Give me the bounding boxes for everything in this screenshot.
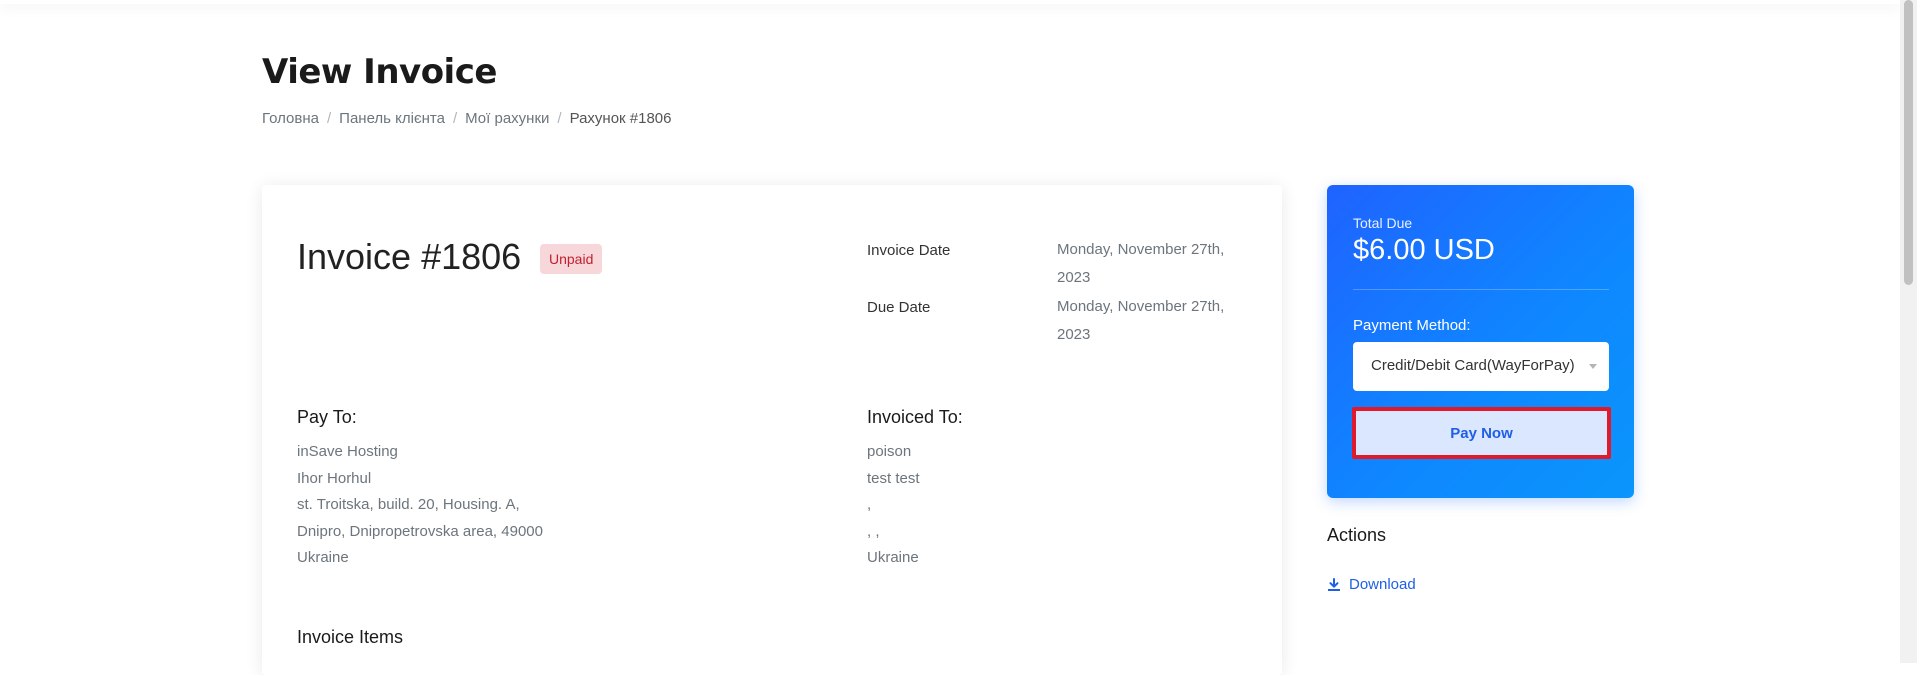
due-date-label: Due Date [867, 299, 931, 316]
address-line: test test [867, 469, 920, 487]
payment-method-label: Payment Method: [1353, 317, 1471, 334]
invoice-date-label: Invoice Date [867, 242, 951, 259]
address-line: inSave Hosting [297, 443, 398, 460]
payment-method-value: Credit/Debit Card(WayForPay) [1371, 357, 1575, 374]
payment-method-select[interactable]: Credit/Debit Card(WayForPay) [1353, 342, 1609, 391]
page-title: View Invoice [262, 52, 497, 92]
address-line: Dnipro, Dnipropetrovska area, 49000 [297, 522, 543, 540]
total-due-amount: $6.00 USD [1353, 234, 1495, 266]
address-line: , , [867, 522, 880, 540]
scrollbar[interactable] [1900, 0, 1917, 663]
actions-title: Actions [1327, 525, 1387, 545]
breadcrumb-my-invoices[interactable]: Мої рахунки [465, 110, 549, 127]
pay-to-title: Pay To: [297, 407, 357, 427]
address-line: st. Troitska, build. 20, Housing. A, [297, 496, 520, 513]
address-line: Ihor Horhul [297, 469, 372, 487]
download-icon [1328, 577, 1340, 591]
invoiced-to-address: poison test test , , , Ukraine [867, 439, 920, 572]
due-date-value: Monday, November 27th, 2023 [1057, 298, 1225, 343]
scrollbar-thumb[interactable] [1904, 0, 1913, 285]
caret-down-icon [1589, 364, 1597, 369]
divider [1353, 289, 1609, 290]
breadcrumb-client-area[interactable]: Панель клієнта [339, 110, 445, 127]
download-link[interactable]: Download [1327, 576, 1416, 593]
address-line: poison [867, 443, 912, 460]
breadcrumb-separator: / [327, 110, 332, 127]
invoice-items-title: Invoice Items [297, 627, 404, 647]
invoiced-to-title: Invoiced To: [867, 407, 963, 427]
address-line: Ukraine [867, 549, 919, 566]
breadcrumb-home[interactable]: Головна [262, 110, 319, 127]
invoice-heading: Invoice #1806 [297, 236, 522, 277]
download-label: Download [1349, 576, 1416, 593]
address-line: , [867, 496, 872, 513]
breadcrumb-separator: / [557, 110, 562, 127]
breadcrumb-current: Рахунок #1806 [569, 110, 672, 127]
status-badge: Unpaid [540, 244, 603, 274]
address-line: Ukraine [297, 549, 349, 566]
pay-to-address: inSave Hosting Ihor Horhul st. Troitska,… [297, 439, 543, 572]
breadcrumb-separator: / [452, 110, 458, 127]
pay-now-button[interactable]: Pay Now [1352, 407, 1611, 459]
top-navbar-edge [0, 0, 1900, 4]
breadcrumb: Головна / Панель клієнта / Мої рахунки /… [262, 110, 672, 127]
invoice-date-value: Monday, November 27th, 2023 [1057, 241, 1225, 286]
total-due-label: Total Due [1353, 215, 1413, 231]
